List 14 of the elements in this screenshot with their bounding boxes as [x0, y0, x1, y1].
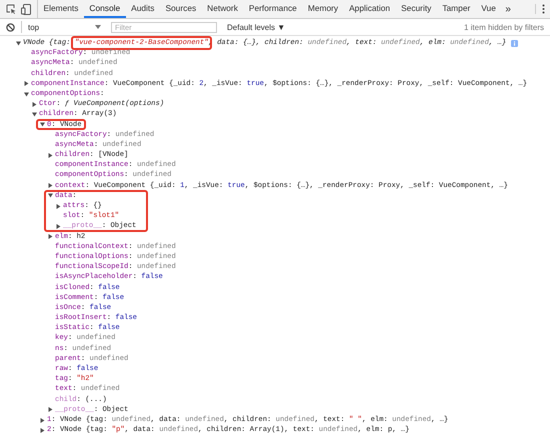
context-select[interactable]: top	[21, 21, 105, 33]
hidden-items-note: 1 item hidden by filters	[464, 22, 544, 32]
panel-tab[interactable]: Vue	[476, 0, 502, 18]
panel-tab[interactable]: Sources	[160, 0, 202, 18]
panel-tab[interactable]: Tamper	[436, 0, 476, 18]
panel-tab[interactable]: Audits	[126, 0, 160, 18]
panel-tab[interactable]: Memory	[302, 0, 344, 18]
panel-tab[interactable]: Application	[344, 0, 396, 18]
levels-dropdown[interactable]: Default levels ▼	[227, 22, 286, 32]
panel-tab[interactable]: Elements	[38, 0, 84, 18]
panel-tab[interactable]: Security	[396, 0, 437, 18]
more-tabs-button[interactable]: »	[501, 0, 515, 18]
panel-tab[interactable]: Performance	[243, 0, 302, 18]
panel-tab[interactable]: Network	[202, 0, 244, 18]
